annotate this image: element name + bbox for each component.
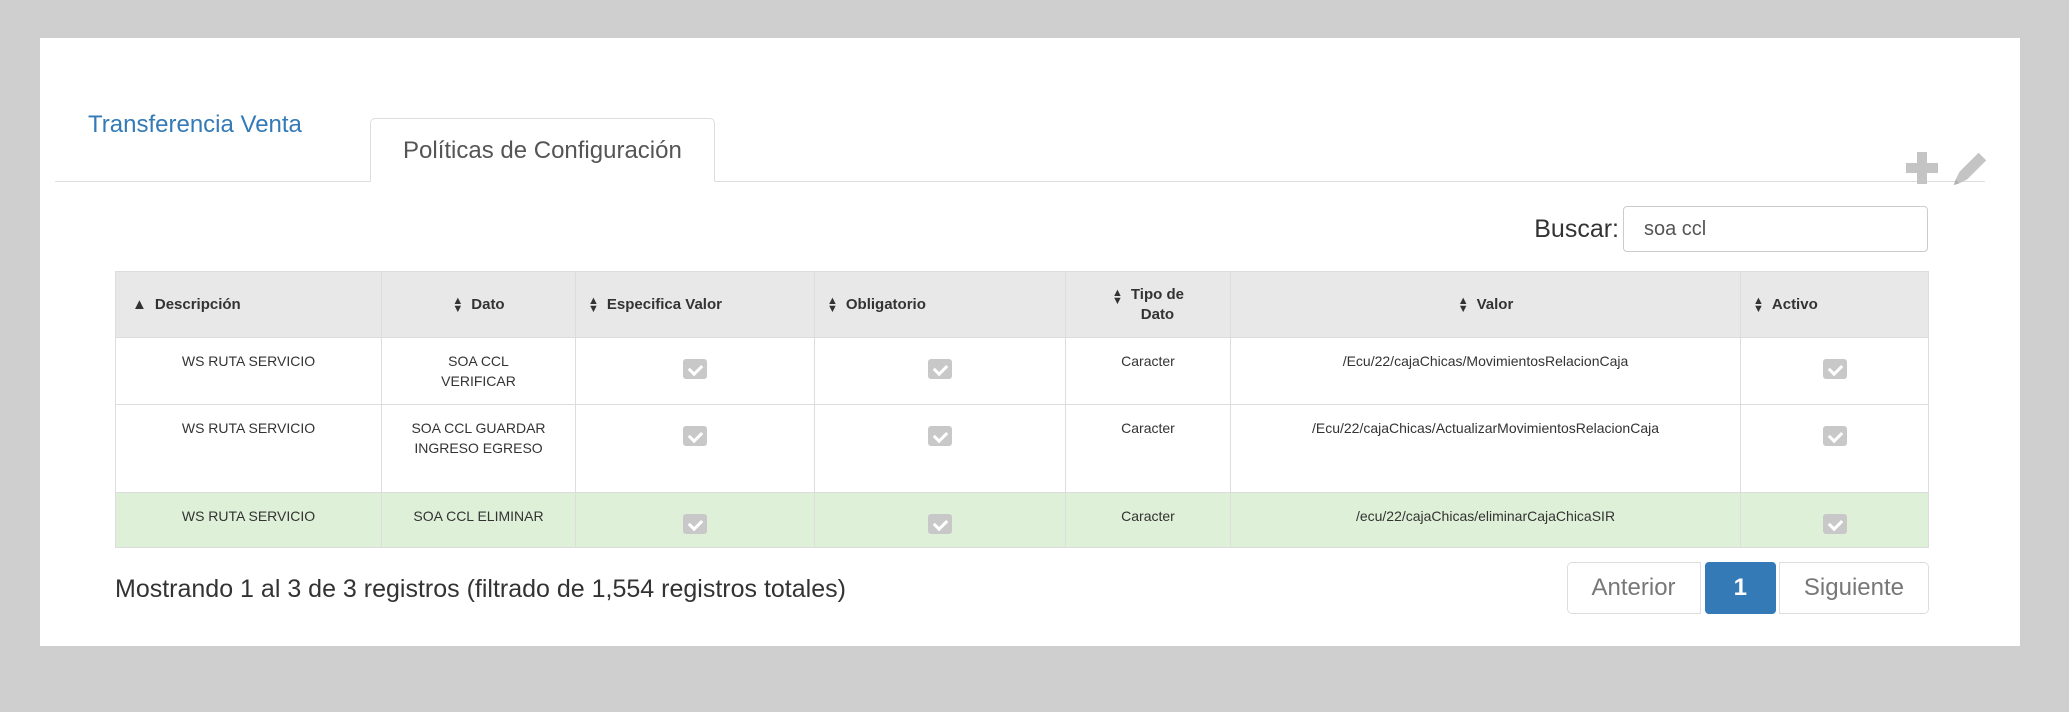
cell-valor: /Ecu/22/cajaChicas/MovimientosRelacionCa… xyxy=(1230,337,1741,405)
table-info: Mostrando 1 al 3 de 3 registros (filtrad… xyxy=(115,575,846,603)
column-header-tipo-dato[interactable]: ▲ ▼ Tipo de Dato xyxy=(1065,271,1231,338)
cell-dato: SOA CCL ELIMINAR xyxy=(381,492,576,548)
search-box: Buscar: xyxy=(1534,206,1928,252)
column-header-valor[interactable]: ▲ ▼ Valor xyxy=(1230,271,1741,338)
table-toolbar xyxy=(1902,148,1990,188)
checkbox-checked-icon xyxy=(928,359,952,379)
cell-activo xyxy=(1740,337,1929,405)
cell-tipo: Caracter xyxy=(1065,492,1231,548)
checkbox-checked-icon xyxy=(1822,514,1847,534)
sort-icon: ▲ ▼ xyxy=(588,294,599,315)
checkbox-checked-icon xyxy=(683,514,707,534)
data-table: ▲ Descripción ▲ ▼ Dato ▲ ▼ Especifica Valor … xyxy=(115,271,1929,548)
sort-icon: ▲ ▼ xyxy=(1753,294,1764,315)
cell-obligatorio xyxy=(814,492,1066,548)
content-panel: Transferencia Venta Políticas de Configu… xyxy=(40,38,2020,646)
checkbox-checked-icon xyxy=(683,426,707,446)
cell-especifica-valor xyxy=(575,404,815,493)
cell-dato: SOA CCL VERIFICAR xyxy=(381,337,576,405)
cell-obligatorio xyxy=(814,337,1066,405)
tab-bar: Transferencia Venta Políticas de Configu… xyxy=(55,78,1985,182)
next-page-button[interactable]: Siguiente xyxy=(1778,562,1929,614)
tab-transferencia-venta[interactable]: Transferencia Venta xyxy=(55,92,335,155)
column-header-especifica-valor[interactable]: ▲ ▼ Especifica Valor xyxy=(575,271,815,338)
cell-descripcion: WS RUTA SERVICIO xyxy=(115,404,382,493)
plus-icon[interactable] xyxy=(1902,148,1942,188)
sort-icon: ▲ ▼ xyxy=(827,294,838,315)
cell-descripcion: WS RUTA SERVICIO xyxy=(115,492,382,548)
pagination: Anterior 1 Siguiente xyxy=(1566,562,1929,614)
column-header-descripcion[interactable]: ▲ Descripción xyxy=(115,271,382,338)
sort-asc-icon: ▲ xyxy=(132,296,147,313)
table-row[interactable]: WS RUTA SERVICIO SOA CCL VERIFICAR Carac… xyxy=(115,337,1929,405)
table-row[interactable]: WS RUTA SERVICIO SOA CCL GUARDAR INGRESO… xyxy=(115,404,1929,493)
checkbox-checked-icon xyxy=(928,426,952,446)
column-header-activo[interactable]: ▲ ▼ Activo xyxy=(1740,271,1929,338)
cell-especifica-valor xyxy=(575,492,815,548)
cell-descripcion: WS RUTA SERVICIO xyxy=(115,337,382,405)
cell-activo xyxy=(1740,492,1929,548)
search-input[interactable] xyxy=(1623,206,1928,252)
cell-valor: /Ecu/22/cajaChicas/ActualizarMovimientos… xyxy=(1230,404,1741,493)
sort-icon: ▲ ▼ xyxy=(1457,294,1469,315)
checkbox-checked-icon xyxy=(1822,426,1847,446)
table-row-selected[interactable]: WS RUTA SERVICIO SOA CCL ELIMINAR Caract… xyxy=(115,492,1929,548)
table-header-row: ▲ Descripción ▲ ▼ Dato ▲ ▼ Especifica Valor … xyxy=(115,271,1929,338)
previous-page-button[interactable]: Anterior xyxy=(1566,562,1701,614)
cell-dato: SOA CCL GUARDAR INGRESO EGRESO xyxy=(381,404,576,493)
cell-tipo: Caracter xyxy=(1065,337,1231,405)
search-label: Buscar: xyxy=(1534,214,1619,243)
checkbox-checked-icon xyxy=(683,359,707,379)
column-header-dato[interactable]: ▲ ▼ Dato xyxy=(381,271,576,338)
checkbox-checked-icon xyxy=(1822,359,1847,379)
cell-activo xyxy=(1740,404,1929,493)
pencil-icon[interactable] xyxy=(1950,148,1990,188)
cell-especifica-valor xyxy=(575,337,815,405)
cell-valor: /ecu/22/cajaChicas/eliminarCajaChicaSIR xyxy=(1230,492,1741,548)
cell-tipo: Caracter xyxy=(1065,404,1231,493)
sort-icon: ▲ ▼ xyxy=(1112,286,1123,307)
page-1-button[interactable]: 1 xyxy=(1704,562,1776,614)
checkbox-checked-icon xyxy=(928,514,952,534)
tab-politicas-configuracion[interactable]: Políticas de Configuración xyxy=(370,118,715,182)
sort-icon: ▲ ▼ xyxy=(452,294,464,315)
cell-obligatorio xyxy=(814,404,1066,493)
column-header-obligatorio[interactable]: ▲ ▼ Obligatorio xyxy=(814,271,1066,338)
